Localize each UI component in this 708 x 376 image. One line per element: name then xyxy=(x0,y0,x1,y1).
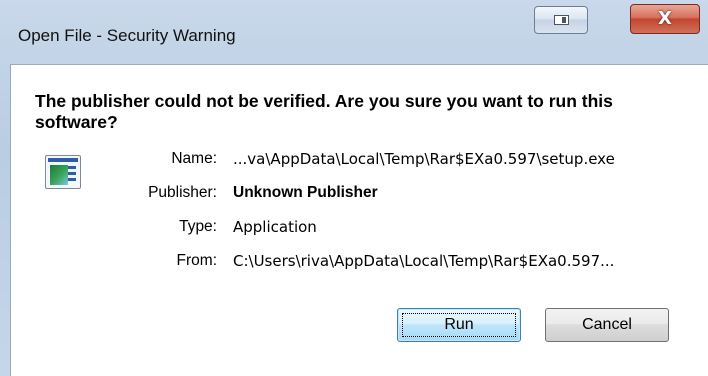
type-value: Application xyxy=(233,218,317,236)
publisher-label: Publisher: xyxy=(148,184,217,201)
close-icon: X xyxy=(658,8,672,29)
type-label: Type: xyxy=(179,218,217,235)
restore-icon xyxy=(554,15,569,25)
publisher-value: Unknown Publisher xyxy=(233,184,378,201)
title-bar[interactable]: Open File - Security Warning X xyxy=(0,0,708,64)
application-icon xyxy=(45,155,81,189)
cancel-button[interactable]: Cancel xyxy=(545,308,669,342)
warning-headline: The publisher could not be verified. Are… xyxy=(35,91,613,132)
from-value: C:\Users\riva\AppData\Local\Temp\Rar$EXa… xyxy=(233,252,615,270)
security-warning-dialog: Open File - Security Warning X The publi… xyxy=(0,0,708,376)
window-title: Open File - Security Warning xyxy=(18,26,236,45)
run-button[interactable]: Run xyxy=(397,308,521,342)
restore-button[interactable] xyxy=(534,6,588,34)
dialog-content: The publisher could not be verified. Are… xyxy=(10,64,708,376)
name-label: Name: xyxy=(171,150,217,167)
name-value: ...va\AppData\Local\Temp\Rar$EXa0.597\se… xyxy=(233,150,615,168)
cancel-button-label: Cancel xyxy=(582,316,632,333)
close-button[interactable]: X xyxy=(630,4,700,34)
from-label: From: xyxy=(176,252,217,269)
